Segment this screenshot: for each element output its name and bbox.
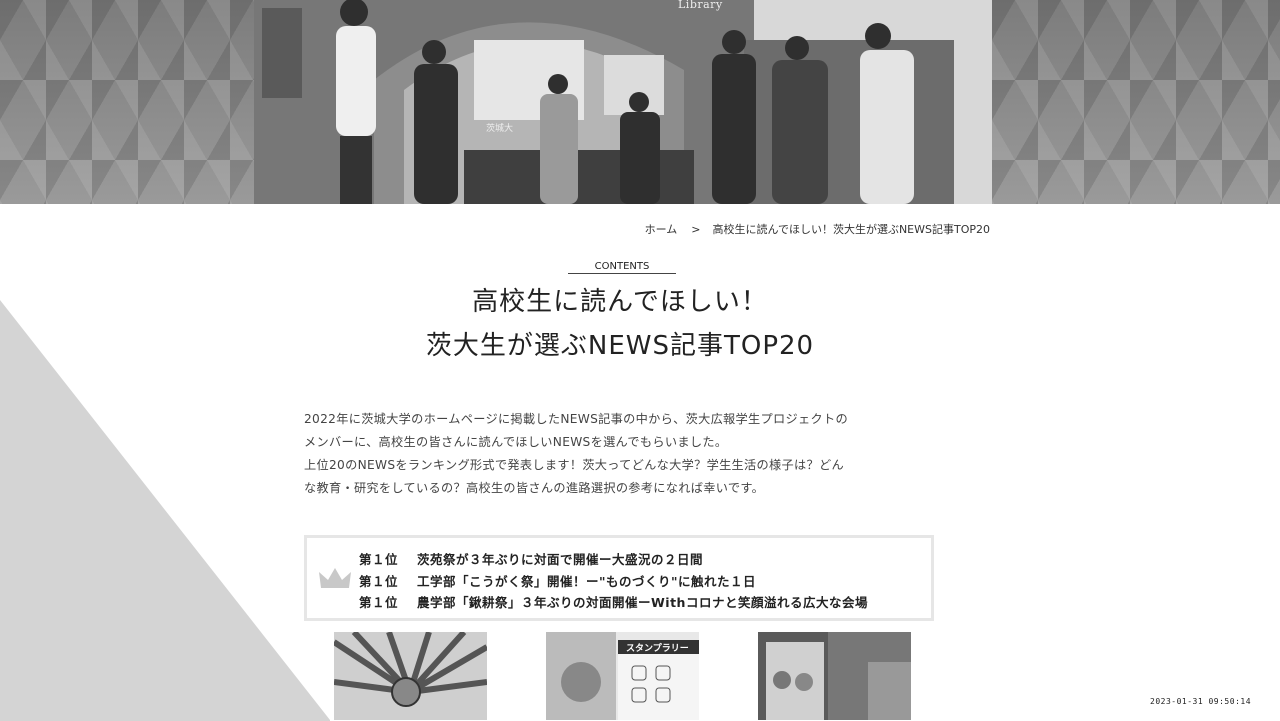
- thumbnail-festival[interactable]: [758, 632, 911, 720]
- ranking-position: 第１位: [359, 552, 399, 567]
- ranking-list: 第１位 茨苑祭が３年ぶりに対面で開催ー大盛況の２日間 第１位 工学部「こうがく祭」開…: [359, 549, 868, 614]
- intro-line: メンバーに、高校生の皆さんに読んでほしいNEWSを選んでもらいました。: [304, 435, 728, 449]
- hero-photo: Library 茨城大: [254, 0, 992, 204]
- intro-line: 上位20のNEWSをランキング形式で発表します！茨大ってどんな大学？学生生活の様…: [304, 458, 844, 472]
- crown-icon: [319, 568, 351, 588]
- page-title-line2: 茨大生が選ぶNEWS記事TOP20: [425, 331, 815, 361]
- thumbnail-parasol[interactable]: [334, 632, 487, 720]
- ranking-title: 工学部「こうがく祭」開催！ー"ものづくり"に触れた１日: [417, 573, 757, 589]
- breadcrumb-home-link[interactable]: ホーム: [645, 223, 678, 236]
- breadcrumb-current: 高校生に読んでほしい！茨大生が選ぶNEWS記事TOP20: [712, 223, 991, 236]
- ranking-item[interactable]: 第１位 工学部「こうがく祭」開催！ー"ものづくり"に触れた１日: [359, 571, 868, 593]
- hero-pattern-right: [992, 0, 1280, 204]
- intro-line: 2022年に茨城大学のホームページに掲載したNEWS記事の中から、茨大広報学生プ…: [304, 412, 848, 426]
- thumbnail-stamp-rally[interactable]: スタンプラリー: [546, 632, 699, 720]
- ranking-title: 農学部「鍬耕祭」３年ぶりの対面開催ーWithコロナと笑顔溢れる広大な会場: [417, 595, 868, 610]
- festival-poster-photo-icon: [758, 632, 911, 720]
- page-title: 高校生に読んでほしい！ 茨大生が選ぶNEWS記事TOP20: [300, 280, 940, 368]
- contents-label: CONTENTS: [568, 261, 676, 274]
- breadcrumb: ホーム > 高校生に読んでほしい！茨大生が選ぶNEWS記事TOP20: [645, 221, 990, 237]
- ranking-item[interactable]: 第１位 農学部「鍬耕祭」３年ぶりの対面開催ーWithコロナと笑顔溢れる広大な会場: [359, 592, 868, 614]
- intro-line: な教育・研究をしているの？高校生の皆さんの進路選択の参考になれば幸いです。: [304, 481, 765, 495]
- library-sign: Library: [678, 0, 723, 11]
- ranking-box: 第１位 茨苑祭が３年ぶりに対面で開催ー大盛況の２日間 第１位 工学部「こうがく祭」開…: [304, 535, 934, 621]
- ranking-position: 第１位: [359, 573, 399, 589]
- hero-pattern-left: [0, 0, 254, 204]
- stamp-rally-caption: スタンプラリー: [626, 644, 689, 654]
- ranking-item[interactable]: 第１位 茨苑祭が３年ぶりに対面で開催ー大盛況の２日間: [359, 549, 868, 571]
- breadcrumb-separator: >: [691, 223, 701, 236]
- building-sign: 茨城大: [486, 124, 514, 134]
- timestamp: 2023-01-31 09:50:14: [1150, 697, 1252, 706]
- intro-text: 2022年に茨城大学のホームページに掲載したNEWS記事の中から、茨大広報学生プ…: [304, 408, 944, 500]
- background-triangle: [0, 300, 331, 721]
- page-title-line1: 高校生に読んでほしい！: [472, 287, 768, 317]
- hero-banner: Library 茨城大: [0, 0, 1280, 204]
- ranking-title: 茨苑祭が３年ぶりに対面で開催ー大盛況の２日間: [417, 552, 704, 567]
- parasol-photo-icon: [334, 632, 487, 720]
- ranking-position: 第１位: [359, 595, 399, 610]
- campus-photo-illustration: [254, 0, 992, 204]
